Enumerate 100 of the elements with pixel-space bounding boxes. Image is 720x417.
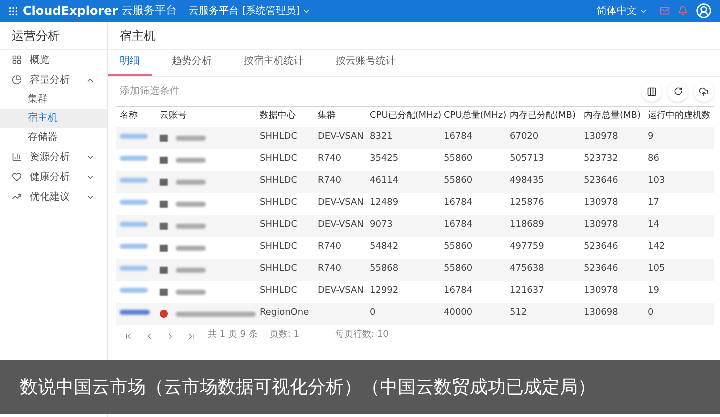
table-cell-text: 9	[647, 131, 655, 144]
table-cell-text: 86	[647, 153, 660, 166]
cloud-account-icon	[160, 200, 168, 208]
table-cell-text: R740	[317, 153, 342, 166]
blurred-name	[120, 156, 148, 162]
blurred-account	[176, 268, 206, 272]
blurred-account	[176, 202, 206, 206]
language-dropdown[interactable]: 简体中文	[597, 4, 648, 18]
column-header: CPU已分配(MHz)	[369, 110, 440, 124]
tab[interactable]: 趋势分析	[160, 49, 224, 76]
table-cell-text: DEV-VSAN	[317, 219, 365, 232]
table-cell-text: RegionOne	[259, 307, 310, 320]
tab[interactable]: 按宿主机统计	[232, 49, 316, 76]
blurred-name	[120, 200, 148, 206]
cloud-icon	[699, 86, 709, 96]
table-cell-text: 8321	[369, 131, 394, 144]
table-cell-text: SHHLDC	[259, 263, 298, 276]
table-cell-text: 16784	[443, 197, 474, 210]
table-cell-text: 55860	[443, 153, 474, 166]
filter-field[interactable]: 添加筛选条件	[116, 84, 642, 99]
table-cell-text: 19	[647, 285, 660, 298]
tab[interactable]: 按云账号统计	[324, 49, 408, 76]
sidebar-item[interactable]: 概览	[0, 50, 107, 70]
table-cell-text: 55868	[369, 263, 400, 276]
blurred-account	[176, 180, 206, 184]
blurred-name	[120, 266, 148, 272]
blurred-account	[176, 224, 206, 228]
blurred-account	[176, 290, 206, 294]
next-page-icon[interactable]	[166, 332, 175, 340]
page-number: 页数: 1	[270, 329, 300, 342]
cloud-account-icon	[160, 178, 168, 186]
table-cell-text: 35425	[369, 153, 400, 166]
table-cell-text: 16784	[443, 285, 474, 298]
cloud-account-icon	[160, 156, 168, 164]
table-cell-text: 40000	[443, 307, 474, 320]
table-cell-text: 125876	[509, 197, 546, 210]
table-cell-text: R740	[317, 175, 342, 188]
sidebar-subitem[interactable]: 集群	[0, 90, 107, 109]
user-avatar-icon[interactable]	[696, 3, 712, 19]
page-size: 每页行数: 10	[336, 329, 389, 342]
cloud-account-icon	[160, 222, 168, 230]
table-cell-text: 54842	[369, 241, 400, 254]
columns-icon	[647, 86, 657, 96]
blurred-account	[176, 158, 206, 162]
table-cell-text: 523646	[583, 263, 620, 276]
column-header: CPU总量(MHz)	[443, 110, 506, 124]
tab[interactable]: 明细	[108, 49, 152, 76]
trend-line-icon	[12, 192, 22, 202]
table-cell-text: 16784	[443, 131, 474, 144]
table-cell-text: 130978	[583, 219, 620, 232]
blurred-name	[120, 288, 148, 294]
table-cell-text: 498435	[509, 175, 546, 188]
table-cell-text: SHHLDC	[259, 219, 298, 232]
first-page-icon[interactable]	[124, 332, 133, 340]
prev-page-icon[interactable]	[145, 332, 154, 340]
column-header: 内存已分配(MB)	[509, 110, 577, 124]
caption-text: 数说中国云市场（云市场数据可视化分析）（中国云数贸成功已成定局）	[20, 376, 596, 400]
table-cell-text: DEV-VSAN	[317, 131, 365, 144]
table-cell-text: 512	[509, 307, 528, 320]
table-cell-text: R740	[317, 263, 342, 276]
last-page-icon[interactable]	[187, 332, 196, 340]
blurred-account	[176, 246, 206, 250]
table-cell-text: 130978	[583, 197, 620, 210]
table-cell-text: 12489	[369, 197, 400, 210]
sidebar-item[interactable]: 优化建议	[0, 187, 107, 207]
refresh-icon	[674, 87, 682, 96]
sidebar-title: 运营分析	[0, 22, 107, 50]
sidebar-item[interactable]: 健康分析	[0, 167, 107, 187]
table-cell-text: 46114	[369, 175, 400, 188]
workspace-dropdown[interactable]: 云服务平台 [系统管理员]	[189, 4, 312, 18]
table-cell-text: 121637	[509, 285, 546, 298]
table-cell-text: 130698	[583, 307, 620, 320]
table-cell-text: 67020	[509, 131, 540, 144]
table-cell-text: 14	[647, 219, 660, 232]
table-cell-text: 55860	[443, 263, 474, 276]
table-cell-text: 523646	[583, 241, 620, 254]
apps-icon[interactable]	[8, 6, 19, 16]
table-cell-text: 17	[647, 197, 660, 210]
blurred-account	[176, 136, 206, 140]
table-cell-text: 497759	[509, 241, 546, 254]
page-title: 宿主机	[108, 22, 720, 50]
table-cell-text: SHHLDC	[259, 197, 298, 210]
table-cell-text: SHHLDC	[259, 285, 298, 298]
table-cell-text: SHHLDC	[259, 175, 298, 188]
table-cell-text: DEV-VSAN	[317, 197, 365, 210]
table-cell-text: 523732	[583, 153, 620, 166]
sidebar-item[interactable]: 容量分析	[0, 70, 107, 90]
blurred-name	[120, 134, 148, 140]
column-header: 集群	[317, 110, 337, 124]
table-cell-text: 55860	[443, 175, 474, 188]
table-cell-text: SHHLDC	[259, 241, 298, 254]
cloud-account-icon	[160, 134, 168, 142]
sidebar-item[interactable]: 资源分析	[0, 147, 107, 167]
table-cell-text: 105	[647, 263, 666, 276]
sidebar-subitem[interactable]: 存储器	[0, 128, 107, 147]
grid-icon	[12, 55, 22, 65]
table-cell-text: 0	[369, 307, 377, 320]
table-cell-text: 523646	[583, 175, 620, 188]
sidebar-subitem[interactable]: 宿主机	[0, 109, 107, 128]
blurred-name	[120, 244, 148, 250]
